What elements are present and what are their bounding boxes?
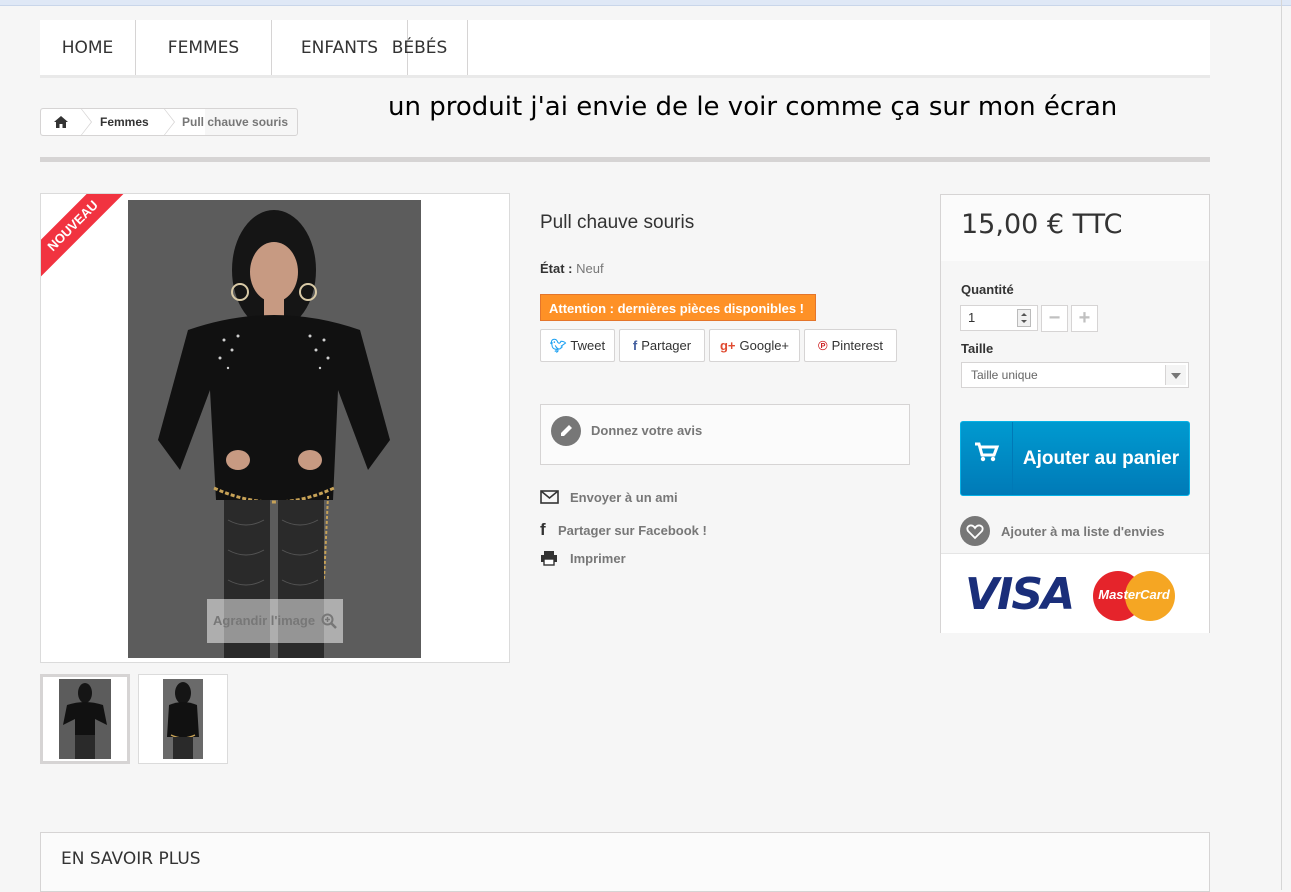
add-to-cart-label: Ajouter au panier: [1022, 447, 1180, 469]
google-plus-button[interactable]: g+ Google+: [709, 329, 800, 362]
quantity-spinner[interactable]: [1017, 309, 1031, 327]
share-facebook-link[interactable]: f Partager sur Facebook !: [540, 520, 707, 540]
home-icon: [54, 116, 68, 128]
pencil-icon: [551, 416, 581, 446]
breadcrumb-separator: [164, 109, 174, 135]
quantity-value: 1: [968, 310, 976, 325]
page-right-border: [1281, 0, 1282, 890]
zoom-image-button[interactable]: Agrandir l'image: [207, 599, 343, 643]
zoom-label: Agrandir l'image: [213, 613, 316, 628]
price-area: 15,00 € TTC: [941, 195, 1209, 262]
breadcrumb-home[interactable]: [41, 109, 81, 135]
main-menu: HOME FEMMES ENFANTS BÉBÉS: [40, 20, 1210, 78]
mastercard-logo: MasterCard: [1093, 571, 1175, 621]
size-select[interactable]: Taille unique: [961, 362, 1189, 388]
product-photo[interactable]: [128, 200, 421, 658]
payment-logos: VISA MasterCard: [941, 553, 1209, 633]
product-condition: État : Neuf: [540, 261, 604, 276]
print-label: Imprimer: [570, 551, 626, 566]
breadcrumb: Femmes Pull chauve souris: [40, 108, 298, 136]
wishlist-label: Ajouter à ma liste d'envies: [1001, 524, 1165, 539]
google-label: Google+: [739, 338, 790, 353]
size-value: Taille unique: [971, 368, 1038, 382]
buy-box: 15,00 € TTC Quantité 1 − + Taille Taille…: [940, 194, 1210, 633]
printer-icon: [540, 550, 560, 566]
tweet-label: Tweet: [570, 338, 606, 353]
tweet-button[interactable]: 🐦︎ Tweet: [540, 329, 615, 362]
quantity-plus-button[interactable]: +: [1071, 305, 1098, 332]
stock-alert: Attention : dernières pièces disponibles…: [540, 294, 816, 321]
heart-icon: [960, 516, 990, 546]
facebook-share-button[interactable]: f Partager: [619, 329, 705, 362]
facebook-icon: f: [540, 520, 546, 539]
google-plus-icon: g+: [719, 338, 736, 353]
condition-value: Neuf: [576, 261, 604, 276]
cart-icon: [961, 422, 1013, 495]
twitter-icon: 🐦︎: [549, 338, 567, 353]
new-ribbon: NOUVEAU: [41, 194, 124, 277]
send-to-friend-link[interactable]: Envoyer à un ami: [540, 490, 678, 505]
write-review-button[interactable]: Donnez votre avis: [540, 404, 910, 465]
product-title: Pull chauve souris: [540, 212, 695, 233]
send-friend-label: Envoyer à un ami: [570, 490, 678, 505]
print-link[interactable]: Imprimer: [540, 550, 626, 566]
product-photo-illustration: [128, 200, 421, 658]
pinterest-button[interactable]: ℗ Pinterest: [804, 329, 897, 362]
quantity-minus-button[interactable]: −: [1041, 305, 1068, 332]
thumbnail-2[interactable]: [138, 674, 228, 764]
pinterest-icon: ℗: [818, 338, 828, 353]
thumbnail-1[interactable]: [40, 674, 130, 764]
review-label: Donnez votre avis: [591, 423, 703, 438]
more-info-heading: EN SAVOIR PLUS: [61, 849, 201, 869]
size-label: Taille: [961, 341, 994, 356]
product-image-block: NOUVEAU Agrandir l'image: [40, 193, 510, 663]
visa-logo: VISA: [965, 569, 1075, 620]
quantity-input[interactable]: 1: [960, 305, 1038, 331]
chevron-down-icon: [1165, 365, 1186, 385]
envelope-icon: [540, 490, 560, 505]
browser-top-bar: [0, 0, 1291, 6]
pinterest-label: Pinterest: [831, 338, 883, 353]
quantity-label: Quantité: [961, 282, 1014, 297]
menu-item-bebes[interactable]: BÉBÉS: [372, 20, 468, 75]
zoom-icon: [321, 613, 337, 629]
breadcrumb-separator: [81, 109, 91, 135]
condition-label: État :: [540, 261, 573, 276]
facebook-icon: f: [632, 338, 638, 353]
share-facebook-label: Partager sur Facebook !: [558, 523, 707, 538]
thumbnail-image: [59, 679, 111, 759]
annotation-text: un produit j'ai envie de le voir comme ç…: [388, 92, 1118, 122]
breadcrumb-current: Pull chauve souris: [182, 115, 289, 129]
separator-line: [40, 157, 1210, 162]
thumbnail-image: [163, 679, 203, 759]
new-badge: NOUVEAU: [41, 194, 124, 277]
product-price: 15,00 € TTC: [961, 209, 1123, 240]
share-label: Partager: [641, 338, 692, 353]
more-info-section: EN SAVOIR PLUS: [40, 832, 1210, 892]
menu-item-femmes[interactable]: FEMMES: [136, 20, 272, 75]
add-to-cart-button[interactable]: Ajouter au panier: [960, 421, 1190, 496]
menu-item-home[interactable]: HOME: [40, 20, 136, 75]
